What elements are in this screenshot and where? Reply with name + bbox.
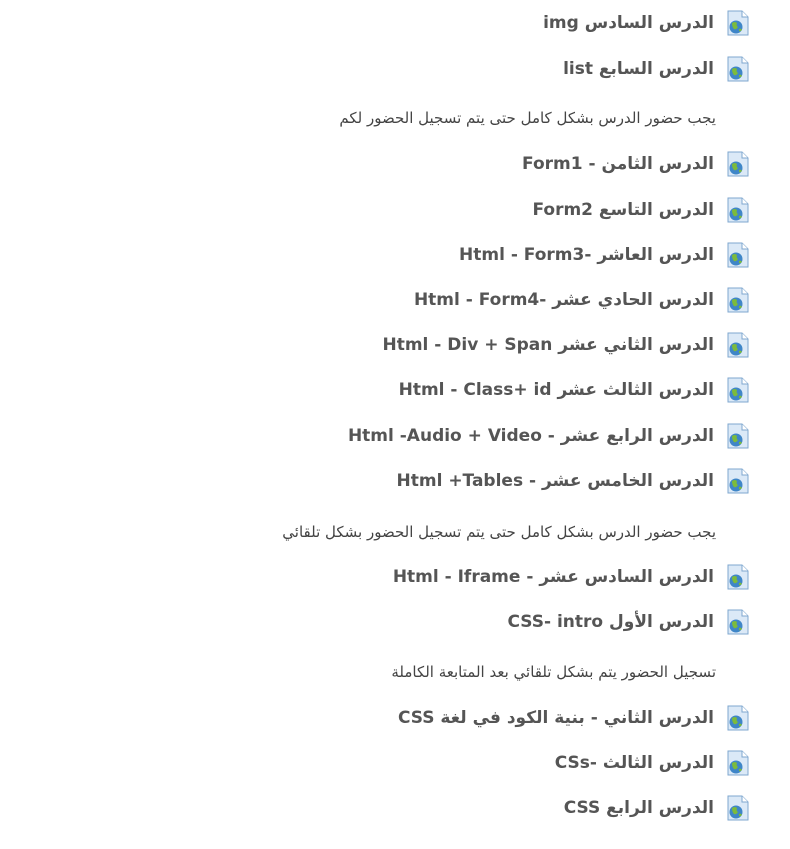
activity-url-lesson-12[interactable]: الدرس الثاني عشر Html - Div + Span [382, 331, 750, 359]
activity-url-lesson-13[interactable]: الدرس الثالث عشر Html - Class+ id [399, 376, 750, 404]
url-globe-icon [727, 242, 749, 268]
activity-title[interactable]: الدرس الرابع CSS [564, 794, 714, 822]
url-globe-icon [727, 151, 749, 177]
attendance-note: يجب حضور الدرس بشكل كامل حتى يتم تسجيل ا… [282, 523, 716, 541]
activity-title[interactable]: الدرس الأول CSS- intro [507, 608, 714, 636]
url-globe-icon [727, 423, 749, 449]
activity-url-lesson-11[interactable]: الدرس الحادي عشر -Html - Form4 [414, 286, 750, 314]
url-globe-icon [727, 468, 749, 494]
activity-url-lesson-6[interactable]: الدرس السادس img [543, 9, 750, 37]
url-globe-icon [727, 705, 749, 731]
activity-title[interactable]: الدرس العاشر -Html - Form3 [459, 241, 714, 269]
activity-title[interactable]: الدرس الثالث -CSs [555, 749, 714, 777]
activity-url-lesson-9[interactable]: الدرس التاسع Form2 [532, 196, 750, 224]
course-activity-list: الدرس السادس img الدرس السابع list يجب ح… [0, 0, 790, 849]
url-globe-icon [727, 197, 749, 223]
url-globe-icon [727, 609, 749, 635]
activity-title[interactable]: الدرس الثاني عشر Html - Div + Span [382, 331, 714, 359]
activity-url-lesson-16[interactable]: الدرس السادس عشر - Html - Iframe [393, 563, 750, 591]
activity-title[interactable]: الدرس السادس عشر - Html - Iframe [393, 563, 714, 591]
attendance-note: يجب حضور الدرس بشكل كامل حتى يتم تسجيل ا… [339, 109, 716, 127]
activity-url-css-lesson-2[interactable]: الدرس الثاني - بنية الكود في لغة CSS [398, 704, 750, 732]
activity-url-lesson-8[interactable]: الدرس الثامن - Form1 [522, 150, 750, 178]
url-globe-icon [727, 795, 749, 821]
activity-title[interactable]: الدرس الرابع عشر - Html -Audio + Video [348, 422, 714, 450]
activity-url-lesson-7[interactable]: الدرس السابع list [563, 55, 750, 83]
activity-url-lesson-14[interactable]: الدرس الرابع عشر - Html -Audio + Video [348, 422, 750, 450]
url-globe-icon [727, 287, 749, 313]
url-globe-icon [727, 332, 749, 358]
activity-title[interactable]: الدرس الثالث عشر Html - Class+ id [399, 376, 714, 404]
url-globe-icon [727, 750, 749, 776]
url-globe-icon [727, 10, 749, 36]
activity-title[interactable]: الدرس السابع list [563, 55, 714, 83]
activity-title[interactable]: الدرس الحادي عشر -Html - Form4 [414, 286, 714, 314]
activity-url-css-lesson-1[interactable]: الدرس الأول CSS- intro [507, 608, 750, 636]
activity-title[interactable]: الدرس السادس img [543, 9, 714, 37]
activity-url-css-lesson-4[interactable]: الدرس الرابع CSS [564, 794, 750, 822]
activity-url-css-lesson-3[interactable]: الدرس الثالث -CSs [555, 749, 750, 777]
activity-url-lesson-10[interactable]: الدرس العاشر -Html - Form3 [459, 241, 750, 269]
url-globe-icon [727, 564, 749, 590]
activity-title[interactable]: الدرس الثامن - Form1 [522, 150, 714, 178]
activity-title[interactable]: الدرس التاسع Form2 [532, 196, 714, 224]
url-globe-icon [727, 56, 749, 82]
url-globe-icon [727, 377, 749, 403]
activity-title[interactable]: الدرس الخامس عشر - Html +Tables [397, 467, 715, 495]
activity-url-lesson-15[interactable]: الدرس الخامس عشر - Html +Tables [397, 467, 751, 495]
attendance-note: تسجيل الحضور يتم بشكل تلقائي بعد المتابع… [391, 663, 716, 681]
activity-title[interactable]: الدرس الثاني - بنية الكود في لغة CSS [398, 704, 714, 732]
